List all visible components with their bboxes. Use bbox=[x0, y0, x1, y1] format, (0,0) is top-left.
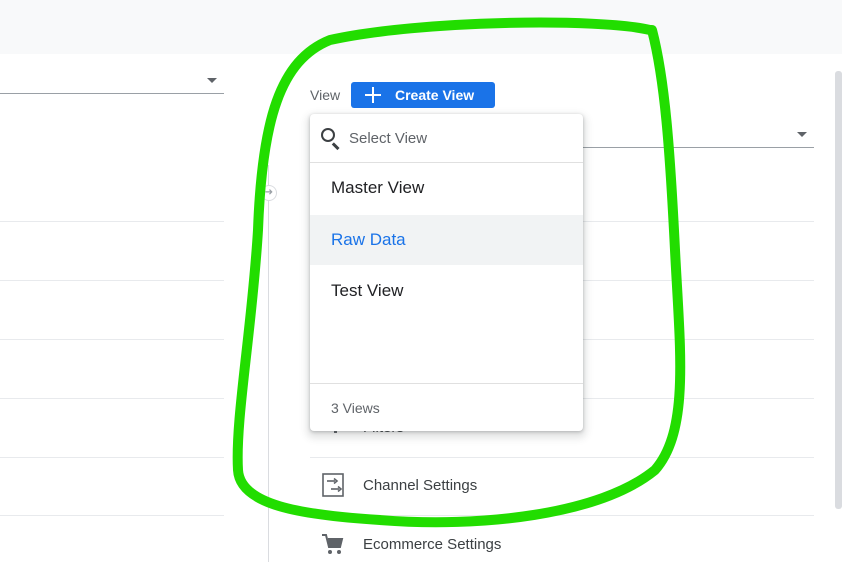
views-count: 3 Views bbox=[310, 383, 583, 431]
scrollbar[interactable] bbox=[835, 71, 842, 509]
list-divider bbox=[0, 457, 224, 458]
list-divider bbox=[0, 515, 224, 516]
search-icon bbox=[319, 126, 343, 150]
arrow-right-icon[interactable]: ➜ bbox=[261, 185, 277, 201]
dropdown-item-raw-data[interactable]: Raw Data bbox=[310, 215, 583, 265]
column-divider bbox=[268, 165, 269, 562]
dropdown-item-test-view[interactable]: Test View bbox=[310, 266, 583, 316]
list-divider bbox=[310, 515, 814, 516]
settings-item-ecommerce-settings[interactable]: Ecommerce Settings bbox=[320, 531, 501, 557]
list-divider bbox=[0, 221, 224, 222]
view-search-bar bbox=[310, 114, 583, 163]
top-bar bbox=[0, 0, 842, 54]
property-selector[interactable] bbox=[0, 72, 224, 94]
chevron-down-icon bbox=[797, 132, 807, 137]
admin-page: ➜ View Create View Filters Channel Setti… bbox=[0, 0, 842, 562]
plus-icon bbox=[365, 87, 381, 103]
create-view-button-label: Create View bbox=[395, 87, 475, 103]
settings-item-label: Channel Settings bbox=[363, 476, 478, 494]
view-label: View bbox=[310, 87, 341, 103]
view-search-input[interactable] bbox=[349, 129, 569, 147]
list-divider bbox=[310, 457, 814, 458]
chevron-down-icon bbox=[207, 78, 217, 83]
dropdown-item-master-view[interactable]: Master View bbox=[310, 163, 583, 213]
list-divider bbox=[0, 398, 224, 399]
channel-settings-icon bbox=[320, 472, 346, 498]
settings-item-channel-settings[interactable]: Channel Settings bbox=[320, 472, 477, 498]
list-divider bbox=[0, 339, 224, 340]
account-property-column bbox=[0, 54, 225, 562]
list-divider bbox=[0, 280, 224, 281]
cart-icon bbox=[320, 531, 346, 557]
create-view-button[interactable]: Create View bbox=[351, 82, 495, 108]
view-dropdown-menu: Master View Raw Data Test View 3 Views bbox=[310, 114, 583, 431]
settings-item-label: Ecommerce Settings bbox=[363, 535, 502, 553]
